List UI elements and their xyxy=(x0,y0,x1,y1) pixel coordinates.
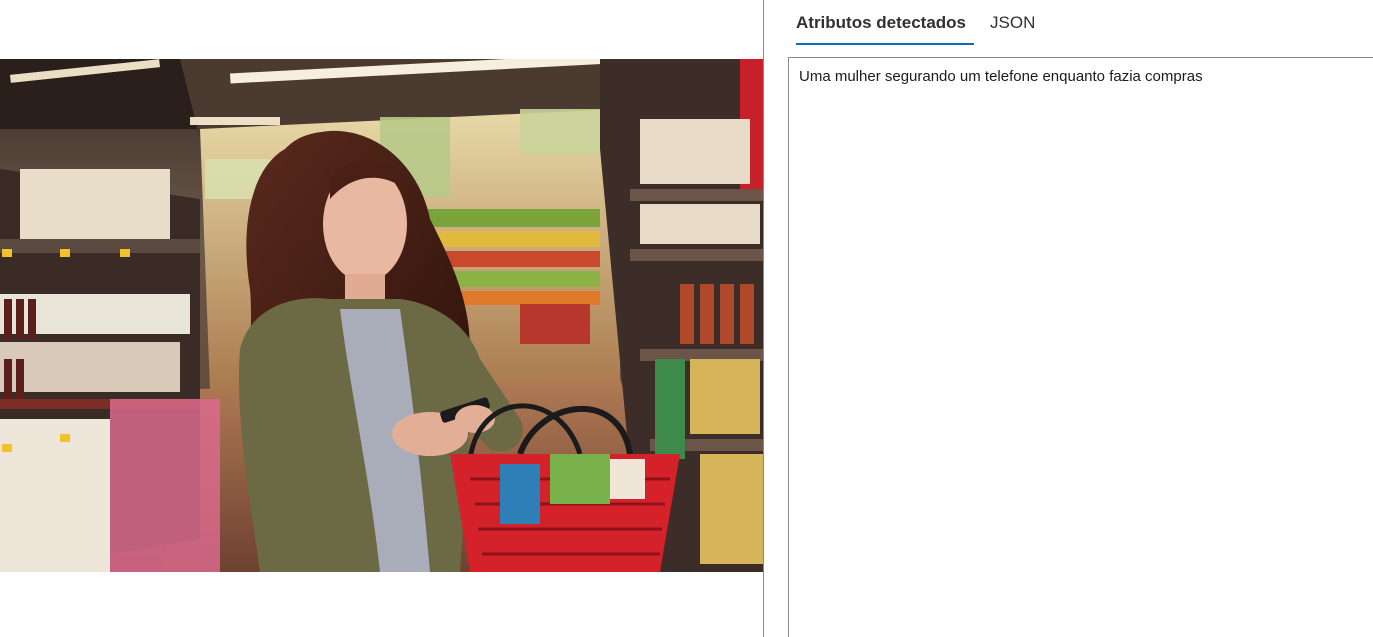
results-panel: Atributos detectados JSON Uma mulher seg… xyxy=(788,0,1373,637)
image-panel xyxy=(0,0,764,637)
vision-demo-page: Atributos detectados JSON Uma mulher seg… xyxy=(0,0,1373,637)
tab-detected-attributes[interactable]: Atributos detectados xyxy=(788,0,975,46)
tab-json[interactable]: JSON xyxy=(982,0,1043,46)
result-tabs: Atributos detectados JSON xyxy=(788,0,1373,46)
result-output-box: Uma mulher segurando um telefone enquant… xyxy=(788,57,1373,637)
grocery-shopping-photo xyxy=(0,59,763,572)
image-caption-text: Uma mulher segurando um telefone enquant… xyxy=(799,68,1203,85)
